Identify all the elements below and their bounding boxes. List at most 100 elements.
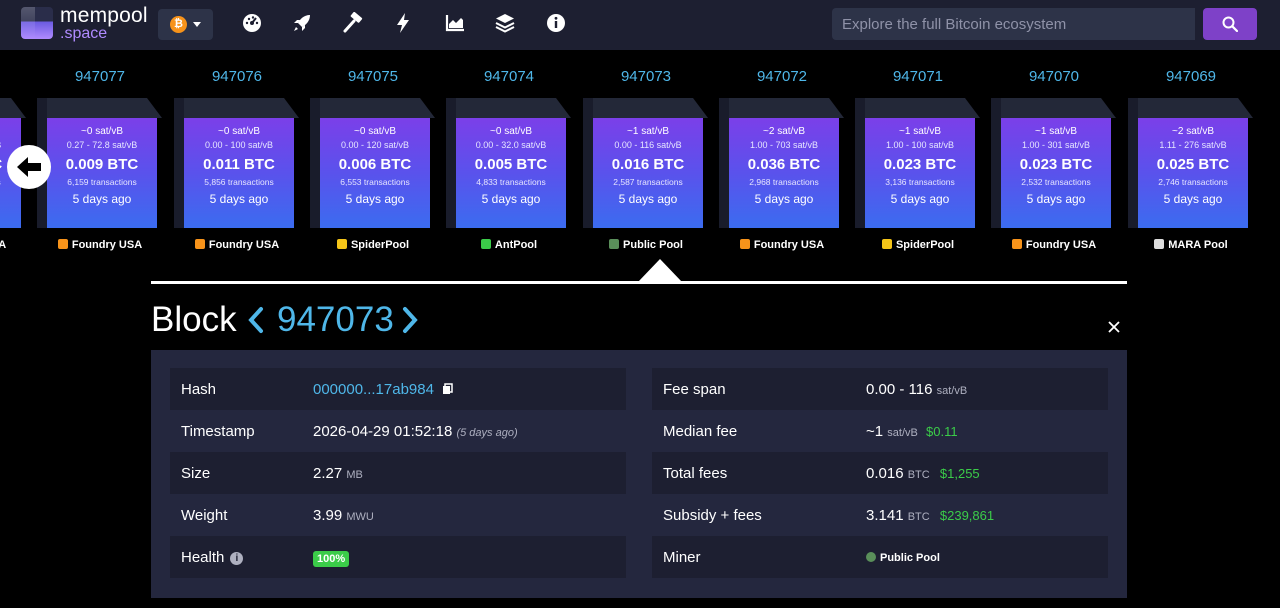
logo-text[interactable]: mempool .space [60,5,148,42]
rocket-icon[interactable] [291,12,313,34]
previous-block-chevron-icon[interactable] [246,306,266,334]
cube-top [1128,98,1253,118]
next-block-chevron-icon[interactable] [400,306,420,334]
blockchain-blocks: 947078 ~0 sat/vB 0.27 - 72.8 sat/vB 0.009 B… [0,50,1280,285]
pool-label: Foundry USA [0,239,7,251]
graphs-icon[interactable] [444,12,466,34]
cube-side [174,98,184,228]
block-pool-name[interactable]: Foundry USA [0,239,32,251]
subsidy-fees-value: 3.141 [866,507,904,524]
block-pool-name[interactable]: SpiderPool [850,239,986,251]
block-height-link[interactable]: 947074 [441,68,577,85]
block-fee-span: 1.00 - 703 sat/vB [749,140,819,150]
row-hash: Hash 000000...17ab984 [170,368,626,410]
fee-span-value: 0.00 - 116 [866,381,933,398]
block-height-link[interactable]: 947077 [32,68,168,85]
block-height-link[interactable]: 947075 [305,68,441,85]
miner-label: Miner [663,549,701,566]
block-cube[interactable]: ~1 sat/vB 0.00 - 116 sat/vB 0.016 BTC 2,587… [583,98,708,228]
network-selector-button[interactable]: ₿ [158,9,213,40]
pool-label: Foundry USA [753,239,825,251]
block-cube[interactable]: ~2 sat/vB 1.00 - 703 sat/vB 0.036 BTC 2,968… [719,98,844,228]
block-pool-name[interactable]: Foundry USA [32,239,168,251]
cube-face: ~0 sat/vB 0.00 - 120 sat/vB 0.006 BTC 6,553… [320,118,430,228]
block-cube[interactable]: ~1 sat/vB 1.00 - 301 sat/vB 0.023 BTC 2,532… [991,98,1116,228]
row-median-fee: Median fee ~1 sat/vB $0.11 [652,410,1108,452]
cube-face: ~0 sat/vB 0.27 - 72.8 sat/vB 0.009 BTC 6,15… [47,118,157,228]
block-total-fees: 0.023 BTC [1019,156,1093,173]
block-total-fees: 0.016 BTC [611,156,685,173]
block-total-fees: 0.009 BTC [65,156,139,173]
block-cube[interactable]: ~0 sat/vB 0.27 - 72.8 sat/vB 0.009 BTC 6,15… [37,98,162,228]
block-tx-count: 4,833 transactions [476,177,546,187]
hash-link[interactable]: 000000...17ab984 [313,381,434,398]
block-pool-name[interactable]: SpiderPool [305,239,441,251]
block-cube[interactable]: ~2 sat/vB 1.11 - 276 sat/vB 0.025 BTC 2,746… [1128,98,1253,228]
block-median-fee: ~0 sat/vB [490,126,532,137]
block-pool-name[interactable]: MARA Pool [1123,239,1259,251]
block-fee-span: 0.00 - 116 sat/vB [614,140,682,150]
block-cube[interactable]: ~1 sat/vB 1.00 - 100 sat/vB 0.023 BTC 3,136… [855,98,980,228]
block-pool-name[interactable]: AntPool [441,239,577,251]
dashboard-icon[interactable] [241,12,263,34]
timestamp-label: Timestamp [181,423,255,440]
cube-top [0,98,26,118]
mempool-logo-icon[interactable] [21,7,53,39]
block-height-link[interactable]: 947078 [0,68,32,85]
median-fee-fiat: $0.11 [926,424,958,439]
block-cube[interactable]: ~0 sat/vB 0.00 - 120 sat/vB 0.006 BTC 6,553… [310,98,435,228]
block-height-link[interactable]: 947076 [169,68,305,85]
cube-top [37,98,162,118]
block-cube[interactable]: ~0 sat/vB 0.00 - 32.0 sat/vB 0.005 BTC 4,83… [446,98,571,228]
public-pool-icon [866,552,876,562]
block-pool-name[interactable]: Foundry USA [169,239,305,251]
cube-face: ~0 sat/vB 0.00 - 32.0 sat/vB 0.005 BTC 4,83… [456,118,566,228]
pool-label: SpiderPool [350,239,410,251]
block-cube[interactable]: ~0 sat/vB 0.00 - 100 sat/vB 0.011 BTC 5,856… [174,98,299,228]
weight-label: Weight [181,507,228,524]
mining-icon[interactable] [342,12,364,34]
cube-side [1128,98,1138,228]
search-button[interactable] [1203,8,1257,40]
block-pool-name[interactable]: Public Pool [578,239,714,251]
about-icon[interactable] [545,12,567,34]
health-label: Health [181,549,225,566]
lightning-icon[interactable] [392,12,414,34]
row-size: Size 2.27 MB [170,452,626,494]
docs-icon[interactable] [494,12,516,34]
block-fee-span: 1.11 - 276 sat/vB [1159,140,1227,150]
block-height-link[interactable]: 947069 [1123,68,1259,85]
size-value: 2.27 [313,465,343,482]
block-pool-name[interactable]: Foundry USA [714,239,850,251]
cube-side [719,98,729,228]
block-time-ago: 5 days ago [1026,192,1086,206]
block-time-ago: 5 days ago [1163,192,1223,206]
pool-label: SpiderPool [895,239,955,251]
cube-side [446,98,456,228]
subsidy-fees-fiat: $239,861 [939,508,995,523]
cube-top [991,98,1116,118]
median-fee-value: ~1 [866,423,884,440]
block-height-link[interactable]: 947070 [986,68,1122,85]
copy-icon[interactable] [442,383,453,395]
row-health: Health i 100% [170,536,626,578]
scroll-back-button[interactable] [7,145,51,189]
block-time-ago: 5 days ago [618,192,678,206]
total-fees-label: Total fees [663,465,728,482]
block-height-link[interactable]: 947072 [714,68,850,85]
health-badge: 100% [313,551,350,567]
cube-face: ~0 sat/vB 0.00 - 100 sat/vB 0.011 BTC 5,856… [184,118,294,228]
pool-icon [336,239,347,249]
block-number: 947073 [277,300,394,339]
block-height-link[interactable]: 947071 [850,68,986,85]
search-input[interactable] [832,8,1195,40]
block-pool-name[interactable]: Foundry USA [986,239,1122,251]
miner-link[interactable]: Public Pool [880,552,940,564]
size-label: Size [181,465,211,482]
block-tx-count: 3,136 transactions [885,177,955,187]
block-total-fees: 0.011 BTC [203,156,275,173]
close-icon[interactable] [1106,319,1122,335]
block-height-link[interactable]: 947073 [578,68,714,85]
info-icon[interactable]: i [230,552,244,565]
subsidy-fees-label: Subsidy + fees [663,507,762,524]
